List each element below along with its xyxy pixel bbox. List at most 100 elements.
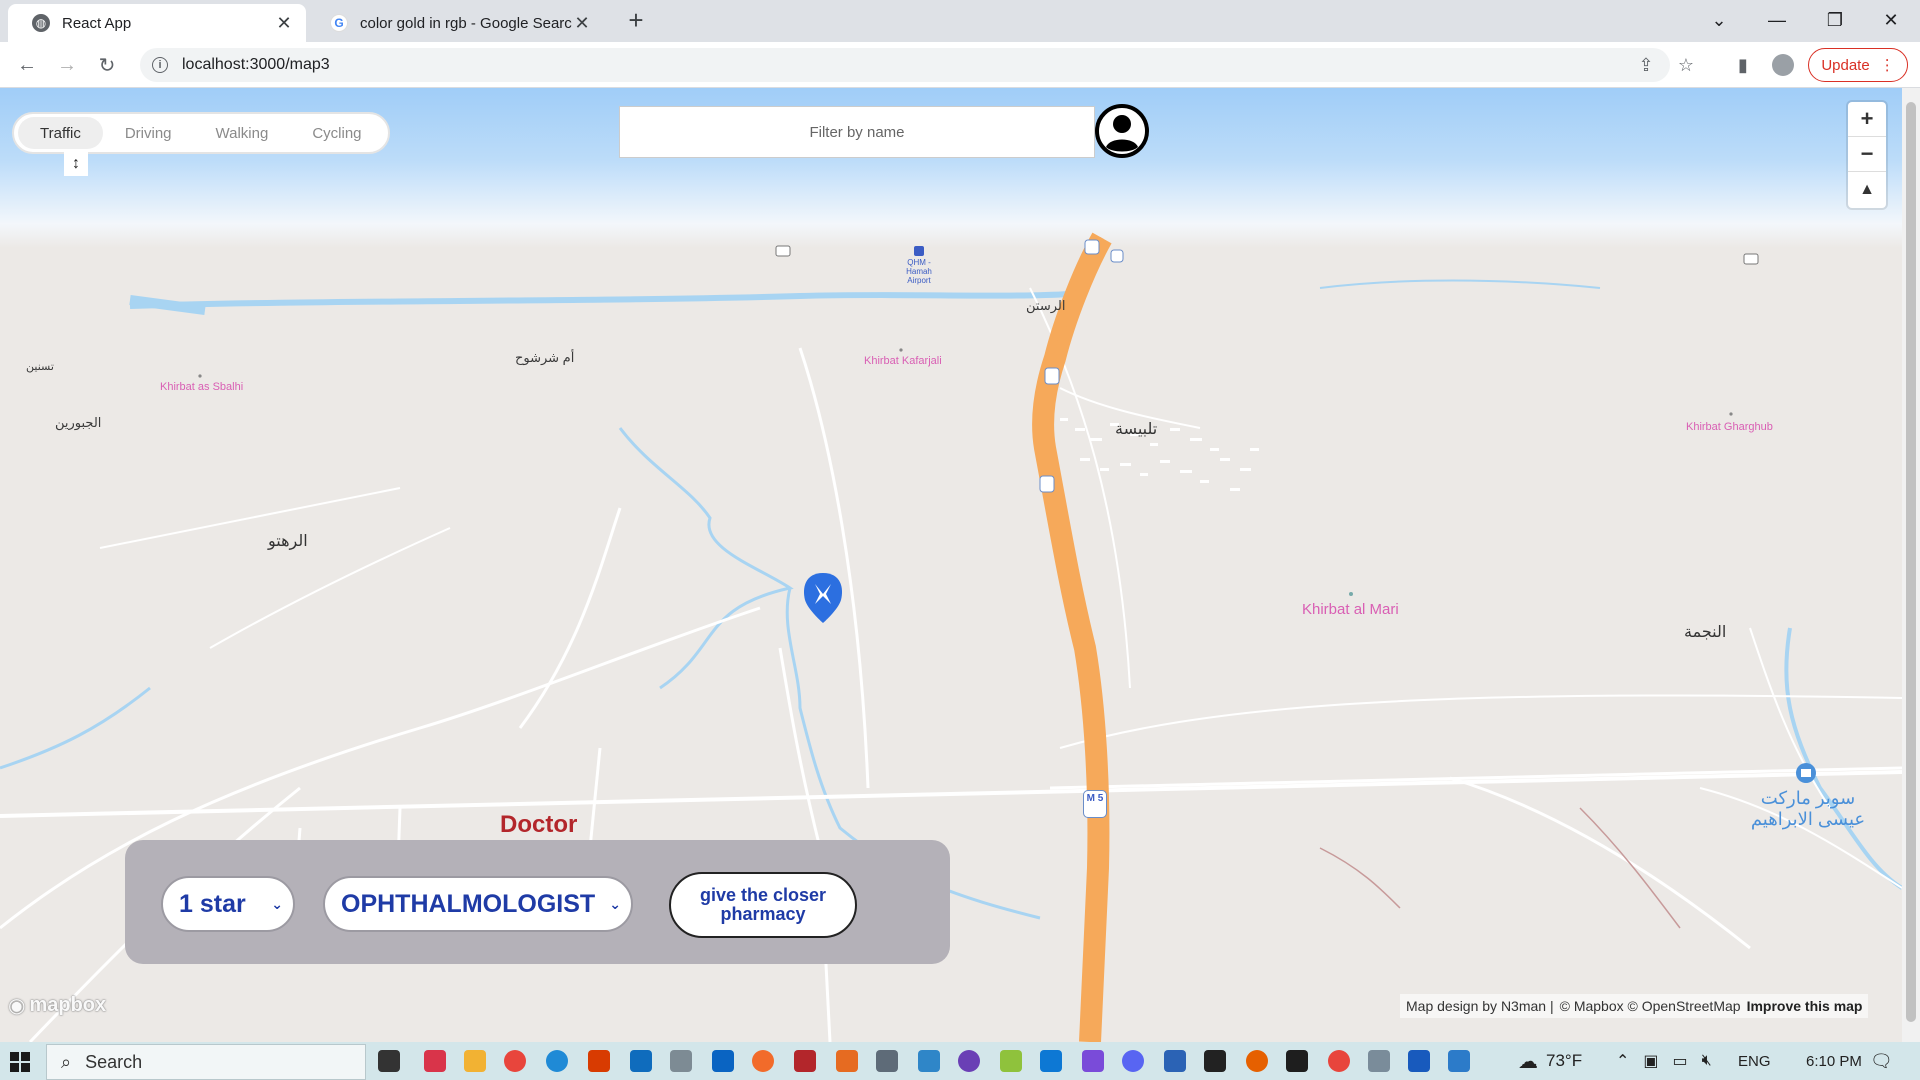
map-label-rastan: الرستن (1026, 298, 1066, 313)
app-icon[interactable] (1368, 1050, 1390, 1072)
map-label-supermarket: سوبر ماركت عيسى الابراهيم (1750, 788, 1866, 829)
google-icon: G (330, 14, 348, 32)
profile-icon[interactable] (1768, 50, 1798, 80)
specialty-select[interactable]: OPHTHALMOLOGIST ⌄ (323, 876, 633, 932)
update-button[interactable]: Update ⋮ (1808, 48, 1908, 82)
app-icon[interactable] (958, 1050, 980, 1072)
compass-reset-icon[interactable]: ▲ (1848, 172, 1886, 207)
forward-arrow-icon[interactable]: → (52, 50, 82, 80)
zoom-out-button[interactable]: − (1848, 137, 1886, 172)
doctor-label: Doctor (500, 811, 578, 838)
map-label-kafarjali: Khirbat Kafarjali (864, 355, 942, 367)
browser-toolbar: ← → ↻ i localhost:3000/map3 ⇪ ☆ ▮ Update… (0, 42, 1920, 88)
globe-icon: ◍ (32, 14, 50, 32)
map-label-al-mari: Khirbat al Mari (1302, 601, 1399, 618)
site-info-icon[interactable]: i (152, 57, 168, 73)
filter-by-name-input[interactable] (619, 106, 1095, 158)
app-icon[interactable] (794, 1050, 816, 1072)
word-icon[interactable] (1408, 1050, 1430, 1072)
close-icon[interactable]: ✕ (274, 13, 294, 34)
improve-map-link[interactable]: Improve this map (1747, 998, 1863, 1014)
user-account-icon[interactable] (1094, 103, 1150, 159)
new-tab-button[interactable]: + (622, 6, 650, 34)
url-text: localhost:3000/map3 (182, 56, 330, 73)
taskbar-search[interactable]: ⌕ Search (46, 1044, 366, 1080)
clock[interactable]: 6:10 PM (1806, 1042, 1862, 1080)
tab-react-app[interactable]: ◍ React App ✕ (8, 4, 306, 42)
app-icon[interactable] (424, 1050, 446, 1072)
weather-widget[interactable]: ☁ 73°F (1518, 1042, 1582, 1080)
share-icon[interactable]: ⇪ (1630, 48, 1662, 82)
side-panel-icon[interactable]: ▮ (1728, 50, 1758, 80)
app-icon[interactable] (1000, 1050, 1022, 1072)
tab-search-chevron-icon[interactable]: ⌄ (1690, 0, 1748, 40)
search-panel: 1 star ⌄ OPHTHALMOLOGIST ⌄ give the clos… (125, 840, 950, 964)
vertical-resize-icon[interactable]: ↕ (64, 152, 88, 176)
map-label-sbalhi: Khirbat as Sbalhi (160, 381, 244, 393)
language-indicator[interactable]: ENG (1738, 1042, 1771, 1080)
edge-icon[interactable] (546, 1050, 568, 1072)
search-icon: ⌕ (61, 1051, 72, 1072)
windows-start-icon[interactable] (10, 1052, 30, 1072)
app-icon[interactable] (918, 1050, 940, 1072)
app-icon[interactable] (670, 1050, 692, 1072)
attribution-copyright[interactable]: © Mapbox © OpenStreetMap (1560, 998, 1741, 1014)
app-icon[interactable] (712, 1050, 734, 1072)
close-icon[interactable]: ✕ (572, 13, 592, 34)
task-view-icon[interactable] (378, 1050, 400, 1072)
mode-driving[interactable]: Driving (103, 117, 194, 149)
firefox-icon[interactable] (1246, 1050, 1268, 1072)
highway-shield-m5: M 5 (1083, 790, 1107, 818)
mode-walking[interactable]: Walking (194, 117, 291, 149)
map-label-najma: النجمة (1684, 624, 1727, 641)
figma-icon[interactable] (1204, 1050, 1226, 1072)
battery-icon[interactable]: ▭ (1673, 1051, 1688, 1071)
discord-icon[interactable] (1122, 1050, 1144, 1072)
rating-value: 1 star (179, 889, 246, 918)
office-icon[interactable] (588, 1050, 610, 1072)
app-icon[interactable] (1082, 1050, 1104, 1072)
map-canvas[interactable]: QHM - Hamah Airport الرستن Khirbat Kafar… (0, 88, 1902, 1042)
device-icon[interactable]: ▣ (1643, 1051, 1658, 1071)
reload-icon[interactable]: ↻ (92, 50, 122, 80)
chevron-down-icon: ⌄ (609, 896, 621, 912)
mode-traffic[interactable]: Traffic (18, 117, 103, 149)
system-tray: ⌃ ▣ ▭ 🔇︎ (1616, 1042, 1712, 1080)
map-pin-icon (803, 573, 843, 623)
app-icon[interactable] (876, 1050, 898, 1072)
tab-google-search[interactable]: G color gold in rgb - Google Search ✕ (306, 4, 604, 42)
app-icon[interactable] (1164, 1050, 1186, 1072)
mode-cycling[interactable]: Cycling (290, 117, 383, 149)
restore-button[interactable]: ❐ (1806, 0, 1864, 40)
closer-pharmacy-button[interactable]: give the closer pharmacy (669, 872, 857, 938)
minimize-button[interactable]: — (1748, 0, 1806, 40)
volume-mute-icon[interactable]: 🔇︎ (1702, 1052, 1712, 1070)
notifications-icon[interactable]: 🗨︎ (1870, 1042, 1893, 1080)
terminal-icon[interactable] (1286, 1050, 1308, 1072)
page-scrollbar[interactable] (1902, 88, 1920, 1042)
app-icon[interactable] (752, 1050, 774, 1072)
mail-icon[interactable] (630, 1050, 652, 1072)
taskbar-search-label: Search (85, 1051, 143, 1072)
update-label: Update (1821, 56, 1870, 74)
file-explorer-icon[interactable] (464, 1050, 486, 1072)
rating-select[interactable]: 1 star ⌄ (161, 876, 295, 932)
bookmark-star-icon[interactable]: ☆ (1670, 48, 1702, 82)
chrome-icon[interactable] (504, 1050, 526, 1072)
sublime-icon[interactable] (836, 1050, 858, 1072)
close-window-button[interactable]: ✕ (1862, 0, 1920, 40)
temperature: 73°F (1546, 1051, 1583, 1070)
menu-dots-icon: ⋮ (1879, 57, 1895, 74)
mapbox-logo[interactable]: ◉ mapbox (8, 993, 106, 1018)
map-label-rahtu: الرهتو (268, 533, 308, 550)
address-bar[interactable]: i localhost:3000/map3 ⇪ ☆ (140, 48, 1694, 82)
chrome-icon[interactable] (1328, 1050, 1350, 1072)
tab-strip: ◍ React App ✕ G color gold in rgb - Goog… (0, 0, 1920, 42)
photos-icon[interactable] (1448, 1050, 1470, 1072)
vscode-icon[interactable] (1040, 1050, 1062, 1072)
chevron-down-icon: ⌄ (271, 896, 283, 912)
back-arrow-icon[interactable]: ← (12, 50, 42, 80)
chevron-up-icon[interactable]: ⌃ (1616, 1051, 1629, 1071)
tab-title: color gold in rgb - Google Search (360, 14, 572, 32)
zoom-in-button[interactable]: + (1848, 102, 1886, 137)
